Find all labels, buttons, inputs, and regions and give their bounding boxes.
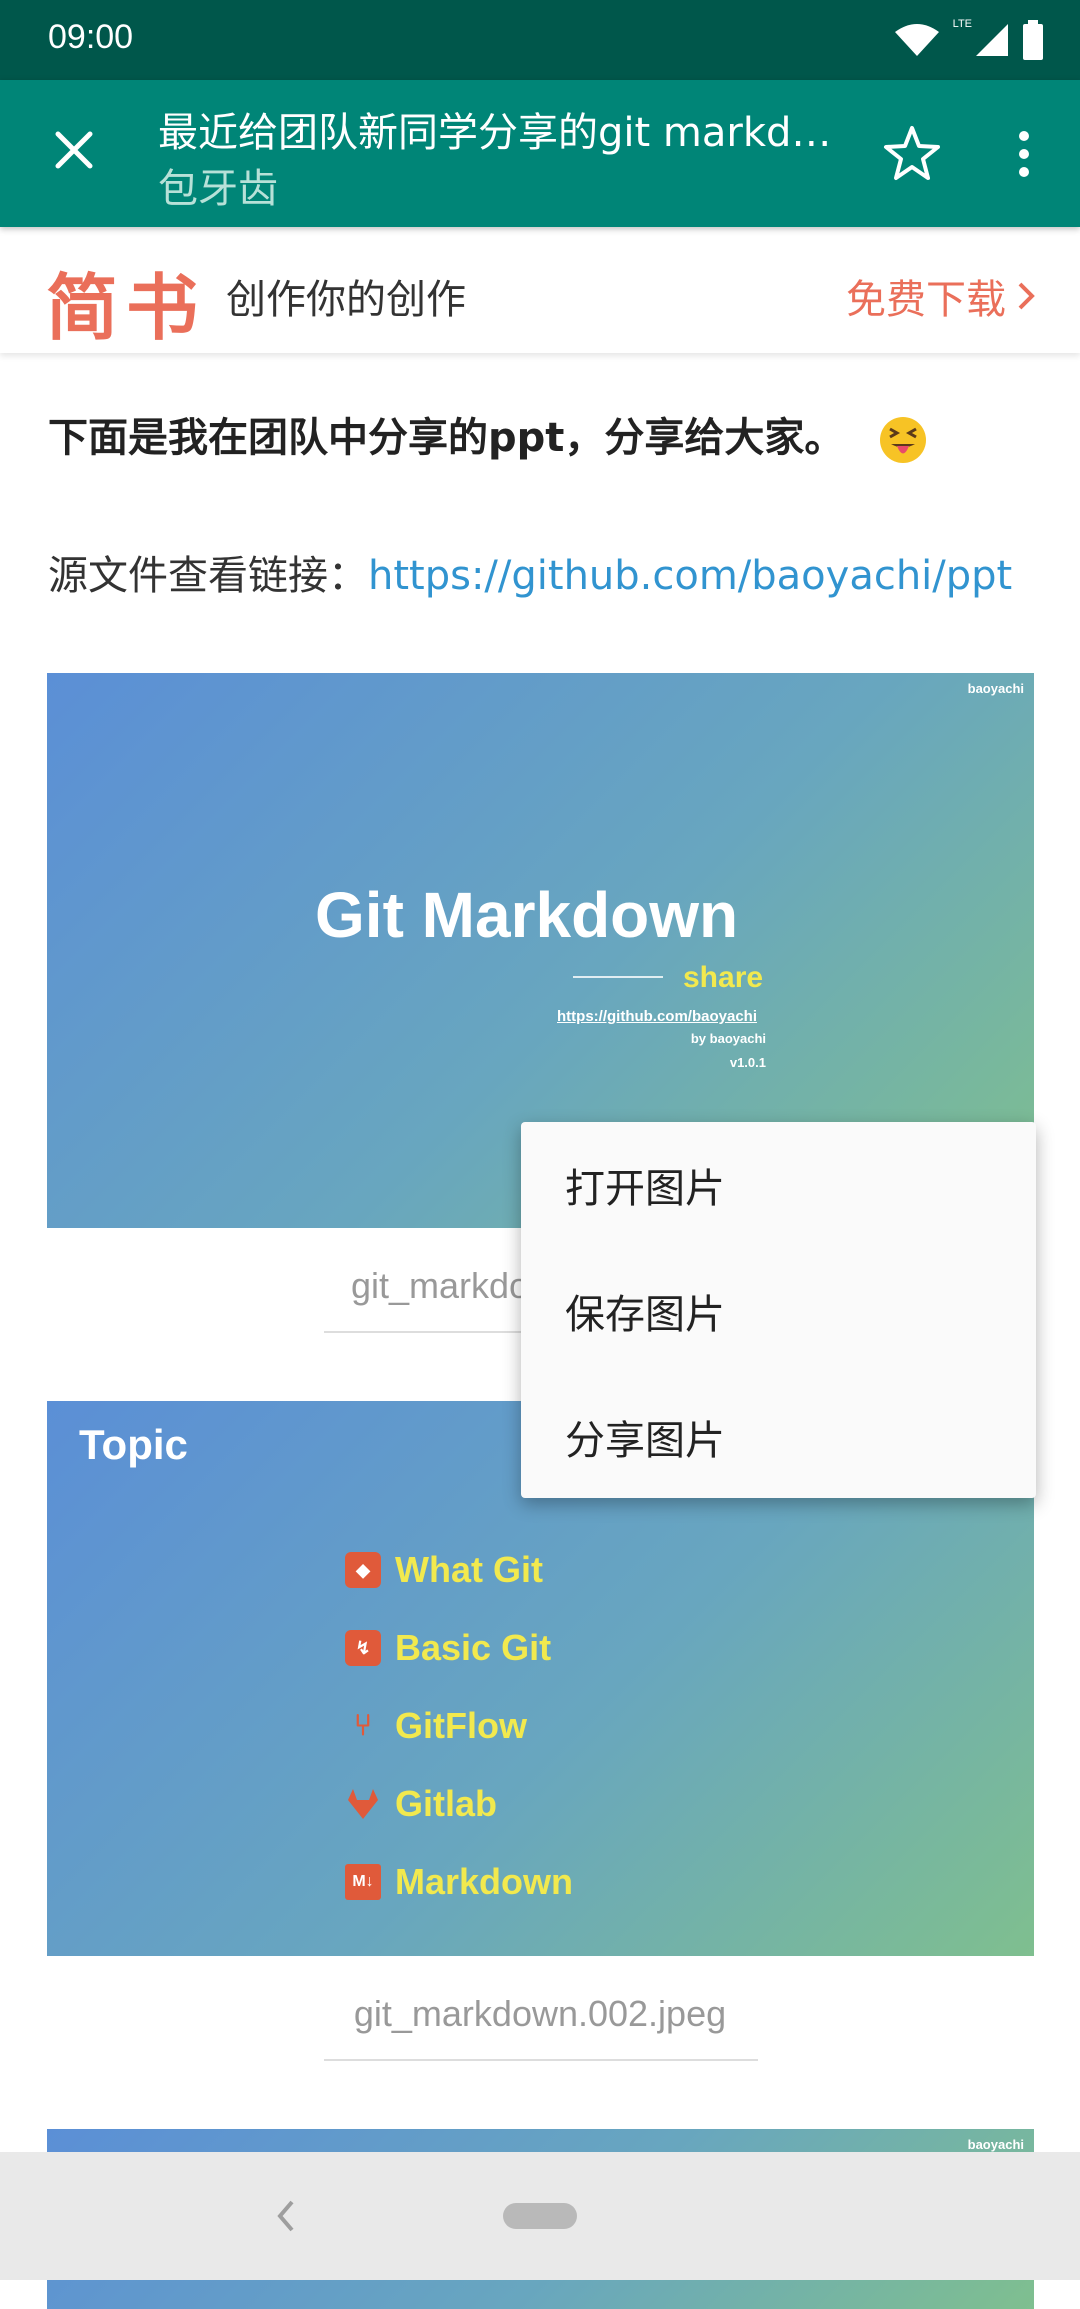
git-icon: ◆: [345, 1552, 381, 1588]
source-label: 源文件查看链接：: [48, 553, 368, 599]
jianshu-slogan: 创作你的创作: [226, 277, 466, 323]
source-link[interactable]: https://github.com/baoyachi/ppt: [368, 553, 1012, 599]
git-basic-icon: ↯: [345, 1630, 381, 1666]
signal-icon: [976, 24, 1008, 56]
status-icons: LTE: [893, 18, 1044, 62]
topic-label: GitFlow: [395, 1705, 527, 1746]
topic-label: Basic Git: [395, 1627, 552, 1668]
slide-brand: baoyachi: [967, 2137, 1024, 2152]
custom-tab-toolbar: 最近给团队新同学分享的git markd… 包牙齿: [0, 80, 1080, 227]
topic-item: ⑂ GitFlow: [345, 1687, 573, 1765]
topic-label: Markdown: [395, 1861, 574, 1902]
caption-underline: [324, 2059, 758, 2061]
download-app-button[interactable]: 免费下载: [846, 267, 1038, 325]
page-title: 最近给团队新同学分享的git markd…: [158, 110, 832, 156]
jianshu-logo: 简书: [46, 265, 207, 350]
slide-version: v1.0.1: [729, 1055, 766, 1070]
slide-heading: Topic: [79, 1421, 188, 1468]
bookmark-star-icon[interactable]: [880, 122, 944, 186]
menu-item-share-image[interactable]: 分享图片: [521, 1374, 1036, 1500]
topic-item: Gitlab: [345, 1765, 573, 1843]
battery-icon: [1023, 20, 1043, 60]
more-options-icon[interactable]: [1000, 122, 1048, 186]
menu-item-open-image[interactable]: 打开图片: [521, 1122, 1036, 1248]
app-banner: 简书 创作你的创作 免费下载: [0, 227, 1080, 353]
slide-title: Git Markdown: [315, 879, 739, 951]
source-paragraph: 源文件查看链接：https://github.com/baoyachi/ppt: [48, 543, 1012, 601]
slide-brand: baoyachi: [967, 681, 1024, 696]
close-icon[interactable]: [44, 120, 104, 180]
wifi-icon: [894, 24, 939, 56]
intro-paragraph: 下面是我在团队中分享的ppt，分享给大家。: [48, 405, 928, 465]
slide-divider: [573, 976, 663, 978]
branch-icon: ⑂: [354, 1709, 372, 1742]
topic-list: ◆ What Git ↯ Basic Git ⑂ GitFlow Gitlab M↓ M…: [345, 1531, 573, 1921]
gitlab-icon: [345, 1786, 381, 1822]
intro-text: 下面是我在团队中分享的ppt，分享给大家。: [48, 415, 845, 461]
image-caption-2: git_markdown.002.jpeg: [353, 1993, 727, 2034]
home-pill[interactable]: [503, 2203, 577, 2229]
download-label: 免费下载: [846, 277, 1006, 323]
status-bar: 09:00 LTE: [0, 0, 1080, 80]
tongue-out-emoji-icon: [880, 417, 927, 463]
image-context-menu: 打开图片 保存图片 分享图片: [521, 1122, 1036, 1498]
markdown-icon: M↓: [345, 1864, 381, 1900]
slide-tag: share: [683, 961, 764, 994]
slide-author: by baoyachi: [690, 1031, 766, 1046]
topic-item: ↯ Basic Git: [345, 1609, 573, 1687]
chevron-right-icon: [1018, 282, 1035, 310]
slide-url: https://github.com/baoyachi: [557, 1008, 758, 1025]
topic-label: What Git: [395, 1549, 543, 1590]
topic-label: Gitlab: [395, 1783, 498, 1824]
back-icon[interactable]: [270, 2192, 300, 2240]
page-author: 包牙齿: [158, 166, 278, 212]
status-time: 09:00: [48, 18, 134, 56]
menu-item-save-image[interactable]: 保存图片: [521, 1248, 1036, 1374]
topic-item: M↓ Markdown: [345, 1843, 573, 1921]
topic-item: ◆ What Git: [345, 1531, 573, 1609]
network-type: LTE: [952, 18, 972, 30]
system-nav-bar: [0, 2152, 1080, 2280]
caption-text: git_markdo: [350, 1265, 530, 1306]
